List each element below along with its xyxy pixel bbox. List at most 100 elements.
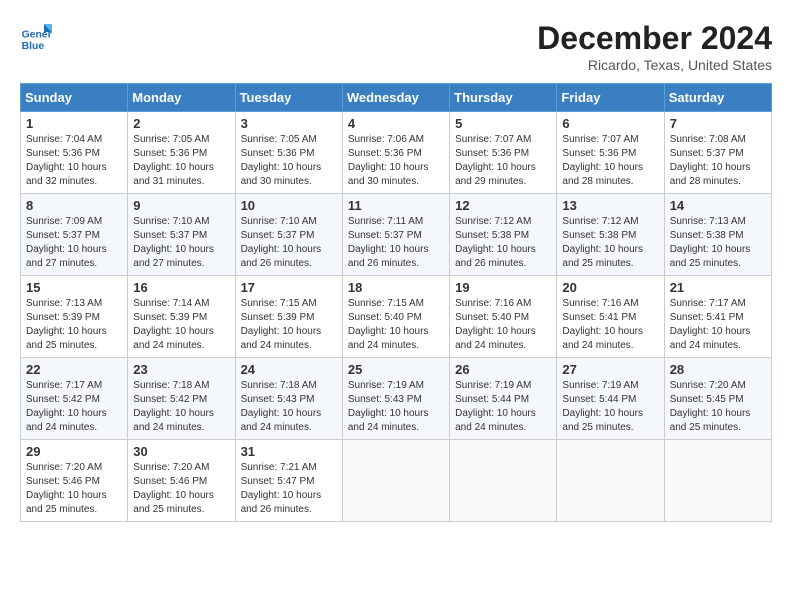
sunset-label: Sunset: 5:44 PM bbox=[455, 394, 529, 405]
daylight-minutes: and 26 minutes. bbox=[455, 258, 526, 269]
calendar-cell: 10 Sunrise: 7:10 AM Sunset: 5:37 PM Dayl… bbox=[235, 194, 342, 276]
calendar-cell: 14 Sunrise: 7:13 AM Sunset: 5:38 PM Dayl… bbox=[664, 194, 771, 276]
sunset-label: Sunset: 5:39 PM bbox=[26, 312, 100, 323]
sunset-label: Sunset: 5:38 PM bbox=[670, 230, 744, 241]
calendar-cell bbox=[342, 440, 449, 522]
day-number: 2 bbox=[133, 116, 229, 131]
daylight-minutes: and 25 minutes. bbox=[562, 422, 633, 433]
daylight-label: Daylight: 10 hours bbox=[348, 244, 429, 255]
sunset-label: Sunset: 5:37 PM bbox=[348, 230, 422, 241]
calendar-cell: 26 Sunrise: 7:19 AM Sunset: 5:44 PM Dayl… bbox=[450, 358, 557, 440]
calendar-cell: 5 Sunrise: 7:07 AM Sunset: 5:36 PM Dayli… bbox=[450, 112, 557, 194]
sunset-label: Sunset: 5:37 PM bbox=[133, 230, 207, 241]
weekday-header: Tuesday bbox=[235, 84, 342, 112]
daylight-label: Daylight: 10 hours bbox=[133, 162, 214, 173]
day-number: 23 bbox=[133, 362, 229, 377]
daylight-minutes: and 26 minutes. bbox=[241, 504, 312, 515]
daylight-minutes: and 25 minutes. bbox=[670, 422, 741, 433]
daylight-label: Daylight: 10 hours bbox=[133, 490, 214, 501]
sunrise-label: Sunrise: 7:15 AM bbox=[348, 298, 424, 309]
daylight-minutes: and 24 minutes. bbox=[670, 340, 741, 351]
daylight-minutes: and 27 minutes. bbox=[133, 258, 204, 269]
day-info: Sunrise: 7:08 AM Sunset: 5:37 PM Dayligh… bbox=[670, 133, 766, 189]
calendar-week-row: 8 Sunrise: 7:09 AM Sunset: 5:37 PM Dayli… bbox=[21, 194, 772, 276]
calendar-cell: 12 Sunrise: 7:12 AM Sunset: 5:38 PM Dayl… bbox=[450, 194, 557, 276]
day-number: 22 bbox=[26, 362, 122, 377]
sunset-label: Sunset: 5:47 PM bbox=[241, 476, 315, 487]
day-info: Sunrise: 7:04 AM Sunset: 5:36 PM Dayligh… bbox=[26, 133, 122, 189]
day-info: Sunrise: 7:12 AM Sunset: 5:38 PM Dayligh… bbox=[562, 215, 658, 271]
sunrise-label: Sunrise: 7:18 AM bbox=[133, 380, 209, 391]
day-info: Sunrise: 7:11 AM Sunset: 5:37 PM Dayligh… bbox=[348, 215, 444, 271]
daylight-label: Daylight: 10 hours bbox=[241, 408, 322, 419]
day-info: Sunrise: 7:19 AM Sunset: 5:44 PM Dayligh… bbox=[455, 379, 551, 435]
daylight-minutes: and 24 minutes. bbox=[241, 340, 312, 351]
weekday-header: Friday bbox=[557, 84, 664, 112]
day-info: Sunrise: 7:05 AM Sunset: 5:36 PM Dayligh… bbox=[241, 133, 337, 189]
daylight-minutes: and 25 minutes. bbox=[562, 258, 633, 269]
weekday-header: Sunday bbox=[21, 84, 128, 112]
sunrise-label: Sunrise: 7:07 AM bbox=[455, 134, 531, 145]
day-number: 18 bbox=[348, 280, 444, 295]
daylight-label: Daylight: 10 hours bbox=[670, 326, 751, 337]
day-number: 28 bbox=[670, 362, 766, 377]
daylight-minutes: and 25 minutes. bbox=[133, 504, 204, 515]
day-info: Sunrise: 7:15 AM Sunset: 5:40 PM Dayligh… bbox=[348, 297, 444, 353]
calendar-cell: 17 Sunrise: 7:15 AM Sunset: 5:39 PM Dayl… bbox=[235, 276, 342, 358]
day-info: Sunrise: 7:13 AM Sunset: 5:38 PM Dayligh… bbox=[670, 215, 766, 271]
day-number: 12 bbox=[455, 198, 551, 213]
daylight-label: Daylight: 10 hours bbox=[133, 408, 214, 419]
day-info: Sunrise: 7:20 AM Sunset: 5:45 PM Dayligh… bbox=[670, 379, 766, 435]
day-number: 13 bbox=[562, 198, 658, 213]
day-info: Sunrise: 7:13 AM Sunset: 5:39 PM Dayligh… bbox=[26, 297, 122, 353]
calendar-week-row: 15 Sunrise: 7:13 AM Sunset: 5:39 PM Dayl… bbox=[21, 276, 772, 358]
calendar-cell: 1 Sunrise: 7:04 AM Sunset: 5:36 PM Dayli… bbox=[21, 112, 128, 194]
day-number: 19 bbox=[455, 280, 551, 295]
day-number: 30 bbox=[133, 444, 229, 459]
day-info: Sunrise: 7:10 AM Sunset: 5:37 PM Dayligh… bbox=[133, 215, 229, 271]
daylight-label: Daylight: 10 hours bbox=[348, 408, 429, 419]
calendar-cell: 8 Sunrise: 7:09 AM Sunset: 5:37 PM Dayli… bbox=[21, 194, 128, 276]
daylight-label: Daylight: 10 hours bbox=[455, 162, 536, 173]
day-number: 6 bbox=[562, 116, 658, 131]
day-info: Sunrise: 7:10 AM Sunset: 5:37 PM Dayligh… bbox=[241, 215, 337, 271]
sunset-label: Sunset: 5:39 PM bbox=[133, 312, 207, 323]
sunset-label: Sunset: 5:37 PM bbox=[241, 230, 315, 241]
sunrise-label: Sunrise: 7:07 AM bbox=[562, 134, 638, 145]
daylight-minutes: and 28 minutes. bbox=[670, 176, 741, 187]
day-number: 8 bbox=[26, 198, 122, 213]
calendar-week-row: 29 Sunrise: 7:20 AM Sunset: 5:46 PM Dayl… bbox=[21, 440, 772, 522]
calendar-cell: 18 Sunrise: 7:15 AM Sunset: 5:40 PM Dayl… bbox=[342, 276, 449, 358]
day-number: 11 bbox=[348, 198, 444, 213]
sunrise-label: Sunrise: 7:19 AM bbox=[348, 380, 424, 391]
daylight-minutes: and 24 minutes. bbox=[455, 422, 526, 433]
sunset-label: Sunset: 5:42 PM bbox=[133, 394, 207, 405]
weekday-header: Thursday bbox=[450, 84, 557, 112]
calendar-table: SundayMondayTuesdayWednesdayThursdayFrid… bbox=[20, 83, 772, 522]
day-info: Sunrise: 7:14 AM Sunset: 5:39 PM Dayligh… bbox=[133, 297, 229, 353]
sunrise-label: Sunrise: 7:05 AM bbox=[241, 134, 317, 145]
calendar-cell: 30 Sunrise: 7:20 AM Sunset: 5:46 PM Dayl… bbox=[128, 440, 235, 522]
sunset-label: Sunset: 5:36 PM bbox=[562, 148, 636, 159]
sunset-label: Sunset: 5:39 PM bbox=[241, 312, 315, 323]
daylight-minutes: and 28 minutes. bbox=[562, 176, 633, 187]
daylight-label: Daylight: 10 hours bbox=[455, 244, 536, 255]
day-number: 7 bbox=[670, 116, 766, 131]
sunset-label: Sunset: 5:38 PM bbox=[562, 230, 636, 241]
sunrise-label: Sunrise: 7:10 AM bbox=[241, 216, 317, 227]
calendar-cell: 2 Sunrise: 7:05 AM Sunset: 5:36 PM Dayli… bbox=[128, 112, 235, 194]
calendar-cell: 25 Sunrise: 7:19 AM Sunset: 5:43 PM Dayl… bbox=[342, 358, 449, 440]
day-info: Sunrise: 7:07 AM Sunset: 5:36 PM Dayligh… bbox=[455, 133, 551, 189]
day-info: Sunrise: 7:09 AM Sunset: 5:37 PM Dayligh… bbox=[26, 215, 122, 271]
calendar-cell: 9 Sunrise: 7:10 AM Sunset: 5:37 PM Dayli… bbox=[128, 194, 235, 276]
day-number: 29 bbox=[26, 444, 122, 459]
day-info: Sunrise: 7:20 AM Sunset: 5:46 PM Dayligh… bbox=[26, 461, 122, 517]
daylight-minutes: and 32 minutes. bbox=[26, 176, 97, 187]
day-number: 10 bbox=[241, 198, 337, 213]
sunset-label: Sunset: 5:37 PM bbox=[670, 148, 744, 159]
daylight-label: Daylight: 10 hours bbox=[348, 162, 429, 173]
calendar-cell: 31 Sunrise: 7:21 AM Sunset: 5:47 PM Dayl… bbox=[235, 440, 342, 522]
calendar-cell: 27 Sunrise: 7:19 AM Sunset: 5:44 PM Dayl… bbox=[557, 358, 664, 440]
day-info: Sunrise: 7:15 AM Sunset: 5:39 PM Dayligh… bbox=[241, 297, 337, 353]
daylight-label: Daylight: 10 hours bbox=[562, 408, 643, 419]
